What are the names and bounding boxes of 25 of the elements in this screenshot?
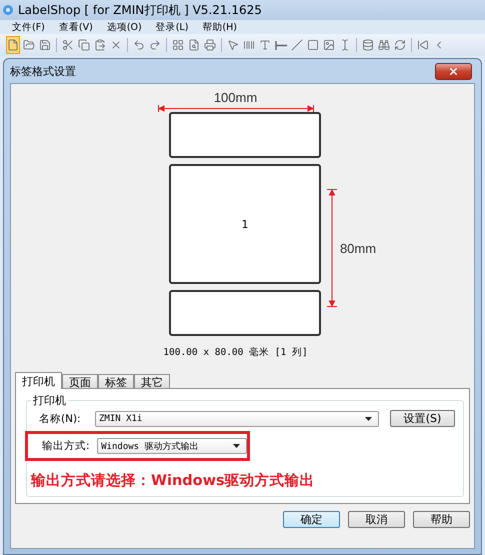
label-number: 1 bbox=[241, 218, 248, 230]
width-dimension-label: 100mm bbox=[214, 90, 258, 105]
output-dropdown[interactable]: Windows 驱动方式输出 bbox=[97, 438, 247, 454]
tab[interactable]: 页面 bbox=[62, 374, 98, 389]
dialog-button[interactable]: 取消 bbox=[348, 511, 405, 528]
size-caption: 100.00 x 80.00 毫米 [1 列] bbox=[163, 346, 308, 359]
height-dimension-label: 80mm bbox=[340, 240, 376, 256]
menu-item[interactable]: 选项(O) bbox=[106, 20, 142, 34]
dialog-button[interactable]: 确定 bbox=[283, 511, 340, 528]
dialog-title: 标签格式设置 bbox=[10, 64, 76, 78]
tab[interactable]: 打印机 bbox=[15, 372, 62, 389]
tab[interactable]: 其它 bbox=[134, 374, 170, 389]
output-label: 输出方式: bbox=[41, 439, 91, 453]
settings-button[interactable]: 设置(S) bbox=[390, 410, 455, 427]
tab[interactable]: 标签 bbox=[98, 374, 134, 389]
group-title: 打印机 bbox=[32, 393, 67, 408]
menu-item[interactable]: 查看(V) bbox=[58, 20, 93, 34]
menu-item[interactable]: 登录(L) bbox=[156, 20, 188, 34]
name-label: 名称(N): bbox=[38, 412, 82, 426]
menu-item[interactable]: 文件(F) bbox=[12, 20, 45, 34]
window-title: LabelShop [ for ZMIN打印机 ] V5.21.1625 bbox=[18, 2, 262, 18]
dialog-button[interactable]: 帮助 bbox=[413, 511, 470, 528]
menu-item[interactable]: 帮助(H) bbox=[202, 20, 237, 34]
printer-dropdown[interactable]: ZMIN X1i bbox=[95, 410, 379, 426]
annotation-text: 输出方式请选择：Windows驱动方式输出 bbox=[31, 471, 316, 490]
